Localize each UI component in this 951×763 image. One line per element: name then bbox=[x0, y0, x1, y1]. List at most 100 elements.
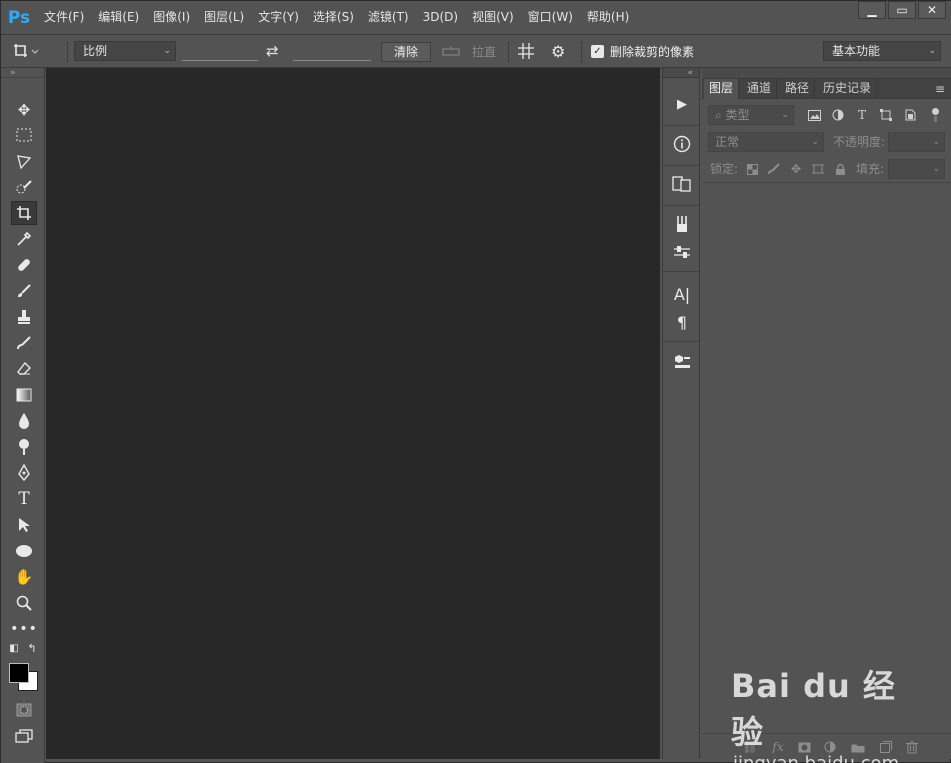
screen-mode-icon[interactable] bbox=[11, 724, 37, 748]
menu-image[interactable]: 图像(I) bbox=[146, 1, 197, 34]
crop-tool-icon[interactable] bbox=[11, 201, 37, 225]
menu-select[interactable]: 选择(S) bbox=[306, 1, 361, 34]
brush-tool-icon[interactable] bbox=[11, 279, 37, 303]
properties-icon[interactable] bbox=[669, 172, 695, 196]
marquee-tool-icon[interactable] bbox=[11, 123, 37, 147]
quick-selection-tool-icon[interactable] bbox=[11, 175, 37, 199]
width-field[interactable] bbox=[182, 41, 258, 61]
more-tools-icon[interactable]: ••• bbox=[10, 617, 37, 641]
menu-file[interactable]: 文件(F) bbox=[37, 1, 91, 34]
ellipse-tool-icon[interactable] bbox=[11, 539, 37, 563]
panel-grip[interactable] bbox=[702, 68, 951, 79]
ratio-select[interactable]: 比例 ⌄ bbox=[74, 41, 176, 61]
3d-panel-icon[interactable] bbox=[669, 350, 695, 374]
collapse-arrows-icon[interactable]: » bbox=[1, 68, 44, 78]
lock-all-icon[interactable] bbox=[832, 161, 848, 177]
history-brush-tool-icon[interactable] bbox=[11, 331, 37, 355]
options-separator bbox=[67, 41, 68, 63]
layers-list[interactable] bbox=[702, 183, 951, 733]
eyedropper-tool-icon[interactable] bbox=[11, 227, 37, 251]
filter-kind-value: 类型 bbox=[725, 108, 750, 122]
filter-kind-select[interactable]: ⌕ 类型 ⌄ bbox=[708, 105, 794, 125]
healing-brush-tool-icon[interactable] bbox=[11, 253, 37, 277]
type-filter-icon[interactable]: T bbox=[854, 107, 870, 123]
checkbox-checked-icon[interactable]: ✓ bbox=[591, 44, 604, 58]
maximize-button[interactable]: ▭ bbox=[888, 1, 916, 19]
tab-layers[interactable]: 图层 bbox=[704, 79, 740, 99]
menu-3d[interactable]: 3D(D) bbox=[416, 1, 465, 34]
foreground-color-swatch[interactable] bbox=[9, 663, 29, 683]
swap-icon[interactable]: ⇄ bbox=[266, 35, 286, 67]
menu-help[interactable]: 帮助(H) bbox=[580, 1, 636, 34]
options-separator bbox=[581, 41, 582, 63]
minimize-button[interactable]: ▁ bbox=[858, 1, 886, 19]
adjustment-filter-icon[interactable] bbox=[830, 107, 846, 123]
eraser-tool-icon[interactable] bbox=[11, 357, 37, 381]
move-tool-icon[interactable]: ✥ bbox=[11, 98, 37, 122]
overlay-grid-icon[interactable] bbox=[517, 35, 539, 67]
menu-view[interactable]: 视图(V) bbox=[465, 1, 521, 34]
blur-tool-icon[interactable] bbox=[11, 409, 37, 433]
photoshop-window: Ps 文件(F) 编辑(E) 图像(I) 图层(L) 文字(Y) 选择(S) 滤… bbox=[0, 0, 951, 763]
layer-filter-row: ⌕ 类型 ⌄ T bbox=[702, 102, 951, 128]
path-selection-tool-icon[interactable] bbox=[11, 513, 37, 537]
workspace-value: 基本功能 bbox=[832, 44, 881, 58]
lock-artboard-icon[interactable] bbox=[810, 161, 826, 177]
tab-history[interactable]: 历史记录 bbox=[818, 79, 878, 99]
lock-pixels-icon[interactable] bbox=[766, 161, 782, 177]
document-canvas-area[interactable] bbox=[46, 68, 660, 759]
hand-tool-icon[interactable]: ✋ bbox=[11, 565, 37, 589]
fill-label: 填充: bbox=[856, 162, 885, 176]
dock-separator bbox=[663, 125, 700, 126]
brush-presets-icon[interactable] bbox=[669, 212, 695, 236]
tab-channels[interactable]: 通道 bbox=[742, 79, 778, 99]
tab-paths[interactable]: 路径 bbox=[780, 79, 816, 99]
dock-separator bbox=[663, 271, 700, 272]
quick-mask-icon[interactable] bbox=[11, 698, 37, 722]
adjustments-sliders-icon[interactable] bbox=[669, 240, 695, 264]
image-filter-icon[interactable] bbox=[806, 107, 822, 123]
info-icon[interactable] bbox=[669, 132, 695, 156]
dock-separator bbox=[663, 205, 700, 206]
filter-toggle[interactable] bbox=[930, 108, 940, 122]
menu-window[interactable]: 窗口(W) bbox=[521, 1, 580, 34]
default-colors-icon[interactable]: ◧ bbox=[7, 641, 21, 655]
gradient-tool-icon[interactable] bbox=[11, 383, 37, 407]
straighten-icon[interactable] bbox=[441, 35, 463, 67]
clone-stamp-tool-icon[interactable] bbox=[11, 305, 37, 329]
menu-type[interactable]: 文字(Y) bbox=[251, 1, 306, 34]
menu-filter[interactable]: 滤镜(T) bbox=[361, 1, 416, 34]
search-icon: ⌕ bbox=[715, 108, 726, 122]
delete-cropped-checkbox-row[interactable]: ✓ 删除裁剪的像素 bbox=[591, 35, 711, 67]
menu-layer[interactable]: 图层(L) bbox=[197, 1, 251, 34]
panel-menu-icon[interactable]: ≡ bbox=[935, 82, 945, 96]
tool-preset-picker[interactable] bbox=[11, 35, 63, 67]
dodge-tool-icon[interactable] bbox=[11, 435, 37, 459]
chevron-down-icon: ⌄ bbox=[811, 137, 819, 147]
opacity-input[interactable]: ⌄ bbox=[888, 132, 945, 152]
swap-colors-icon[interactable]: ↰ bbox=[25, 641, 39, 655]
type-tool-icon[interactable]: T bbox=[11, 487, 37, 511]
shape-filter-icon[interactable] bbox=[878, 107, 894, 123]
height-field[interactable] bbox=[293, 41, 371, 61]
gear-icon[interactable]: ⚙ bbox=[551, 35, 573, 67]
pen-tool-icon[interactable] bbox=[11, 461, 37, 485]
fill-input[interactable]: ⌄ bbox=[888, 159, 945, 179]
paragraph-icon[interactable]: ¶ bbox=[669, 310, 695, 334]
chevron-down-icon: ⌄ bbox=[163, 46, 171, 56]
smart-object-filter-icon[interactable] bbox=[902, 107, 918, 123]
actions-play-icon[interactable]: ▶ bbox=[669, 92, 695, 116]
zoom-tool-icon[interactable] bbox=[11, 591, 37, 615]
lock-transparent-icon[interactable] bbox=[744, 161, 760, 177]
blend-mode-select[interactable]: 正常 ⌄ bbox=[708, 132, 824, 152]
workspace-select[interactable]: 基本功能 ⌄ bbox=[823, 41, 941, 61]
collapse-arrows-icon[interactable]: « bbox=[663, 68, 699, 78]
window-controls: ▁ ▭ ✕ bbox=[856, 1, 946, 19]
lock-position-icon[interactable]: ✥ bbox=[788, 161, 804, 177]
menu-edit[interactable]: 编辑(E) bbox=[91, 1, 146, 34]
clear-button[interactable]: 清除 bbox=[381, 42, 431, 62]
dock-separator bbox=[663, 165, 700, 166]
lasso-tool-icon[interactable] bbox=[11, 149, 37, 173]
close-button[interactable]: ✕ bbox=[918, 1, 946, 19]
character-icon[interactable]: A| bbox=[669, 282, 695, 306]
